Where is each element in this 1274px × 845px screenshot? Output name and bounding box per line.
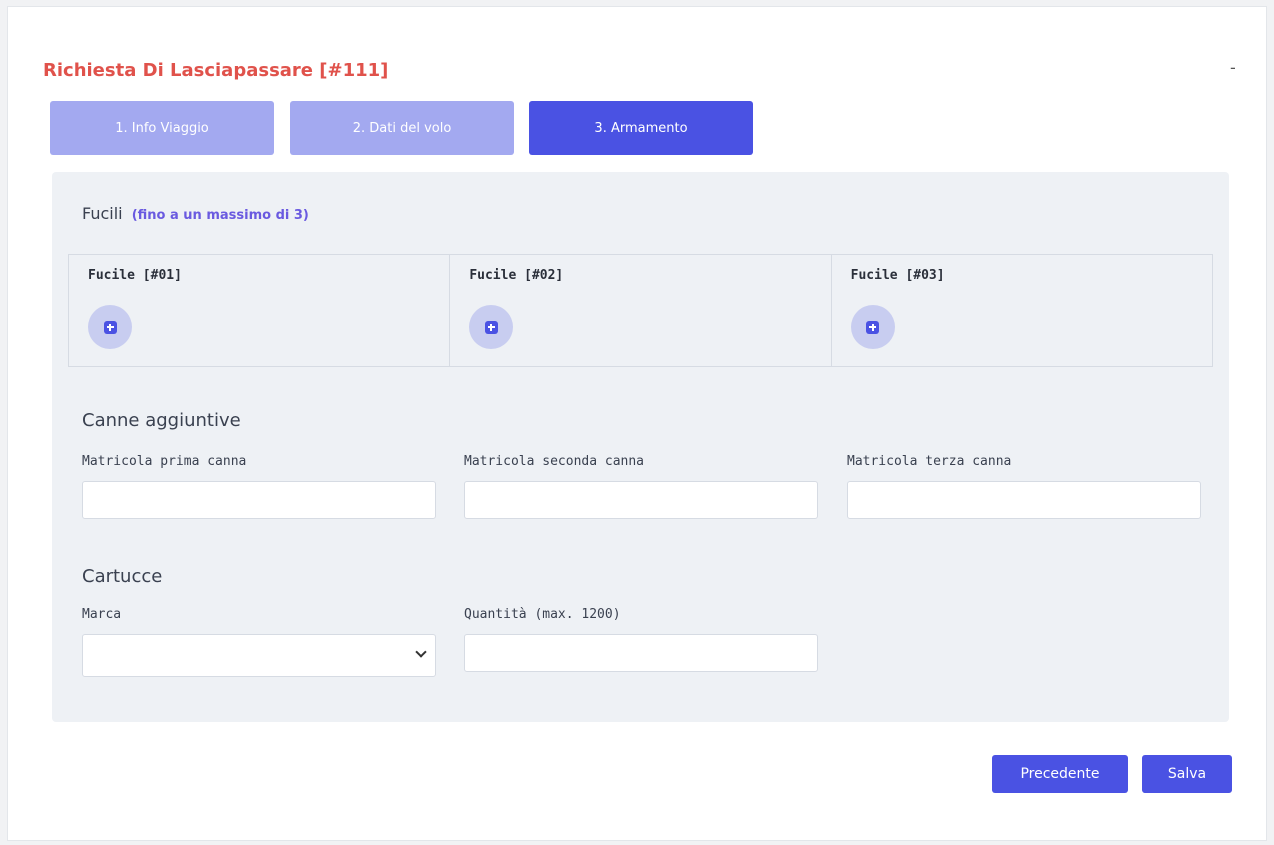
fucili-grid: Fucile [#01] Fucile [#02] Fucile [#03] <box>68 254 1213 367</box>
quantita-input[interactable] <box>464 634 818 672</box>
fucile-slot-3: Fucile [#03] <box>832 255 1212 366</box>
plus-square-icon <box>866 320 880 334</box>
plus-square-icon <box>484 320 498 334</box>
chevron-down-icon <box>415 646 427 658</box>
matricola-prima-input[interactable] <box>82 481 436 519</box>
matricola-terza-label: Matricola terza canna <box>847 454 1012 469</box>
step-info-viaggio[interactable]: 1. Info Viaggio <box>50 101 274 155</box>
armamento-panel: Fucili (fino a un massimo di 3) Fucile [… <box>52 172 1229 722</box>
fucile-label: Fucile [#03] <box>850 268 945 283</box>
add-fucile-2-button[interactable] <box>469 305 514 349</box>
fucile-label: Fucile [#02] <box>469 268 564 283</box>
marca-label: Marca <box>82 607 122 622</box>
fucili-section-title: Fucili (fino a un massimo di 3) <box>82 204 309 223</box>
matricola-prima-label: Matricola prima canna <box>82 454 247 469</box>
fucile-slot-2: Fucile [#02] <box>450 255 832 366</box>
fucile-label: Fucile [#01] <box>88 268 182 283</box>
collapse-toggle[interactable]: - <box>1230 58 1236 77</box>
add-fucile-3-button[interactable] <box>850 305 895 349</box>
step-armamento[interactable]: 3. Armamento <box>529 101 753 155</box>
matricola-seconda-input[interactable] <box>464 481 818 519</box>
fucile-slot-1: Fucile [#01] <box>69 255 451 366</box>
fucili-limit-note: (fino a un massimo di 3) <box>131 208 309 223</box>
plus-square-icon <box>103 320 117 334</box>
marca-select[interactable] <box>82 634 436 677</box>
canne-section-title: Canne aggiuntive <box>82 410 241 431</box>
fucili-title: Fucili <box>82 204 123 223</box>
add-fucile-1-button[interactable] <box>88 305 132 349</box>
previous-button[interactable]: Precedente <box>992 755 1128 793</box>
cartucce-section-title: Cartucce <box>82 566 163 587</box>
matricola-terza-input[interactable] <box>847 481 1201 519</box>
matricola-seconda-label: Matricola seconda canna <box>464 454 645 469</box>
save-button[interactable]: Salva <box>1142 755 1232 793</box>
page-title: Richiesta Di Lasciapassare [#111] <box>43 60 389 81</box>
quantita-label: Quantità (max. 1200) <box>464 607 621 622</box>
step-dati-volo[interactable]: 2. Dati del volo <box>290 101 514 155</box>
